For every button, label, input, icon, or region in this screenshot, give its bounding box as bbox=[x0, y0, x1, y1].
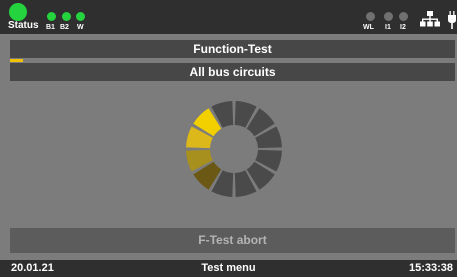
i2-led-icon bbox=[399, 12, 408, 21]
i2-label: I2 bbox=[400, 24, 406, 31]
footer-bar: 20.01.21 Test menu 15:33:38 bbox=[0, 260, 457, 277]
b2-led-icon bbox=[62, 12, 71, 21]
wl-label: WL bbox=[363, 24, 374, 31]
page-subtitle: All bus circuits bbox=[10, 63, 455, 81]
w-led-icon bbox=[76, 12, 85, 21]
wl-led-icon bbox=[366, 12, 375, 21]
progress-fill bbox=[10, 59, 24, 62]
status-bar: Status B1 B2 W WL I1 I2 bbox=[0, 0, 457, 34]
test-menu-button[interactable]: Test menu bbox=[0, 262, 457, 274]
loading-spinner-icon bbox=[186, 101, 282, 197]
w-label: W bbox=[77, 24, 84, 31]
status-label: Status bbox=[8, 20, 39, 31]
plug-icon bbox=[448, 11, 456, 29]
status-led-icon bbox=[9, 3, 27, 21]
device-screen: Status B1 B2 W WL I1 I2 Function-Test Al… bbox=[0, 0, 457, 277]
i1-led-icon bbox=[384, 12, 393, 21]
page-title: Function-Test bbox=[10, 40, 455, 58]
time-label: 15:33:38 bbox=[408, 262, 453, 274]
network-icon bbox=[420, 11, 440, 27]
i1-label: I1 bbox=[385, 24, 391, 31]
b1-led-icon bbox=[47, 12, 56, 21]
b1-label: B1 bbox=[46, 24, 55, 31]
f-test-abort-button[interactable]: F-Test abort bbox=[10, 228, 455, 253]
b2-label: B2 bbox=[60, 24, 69, 31]
